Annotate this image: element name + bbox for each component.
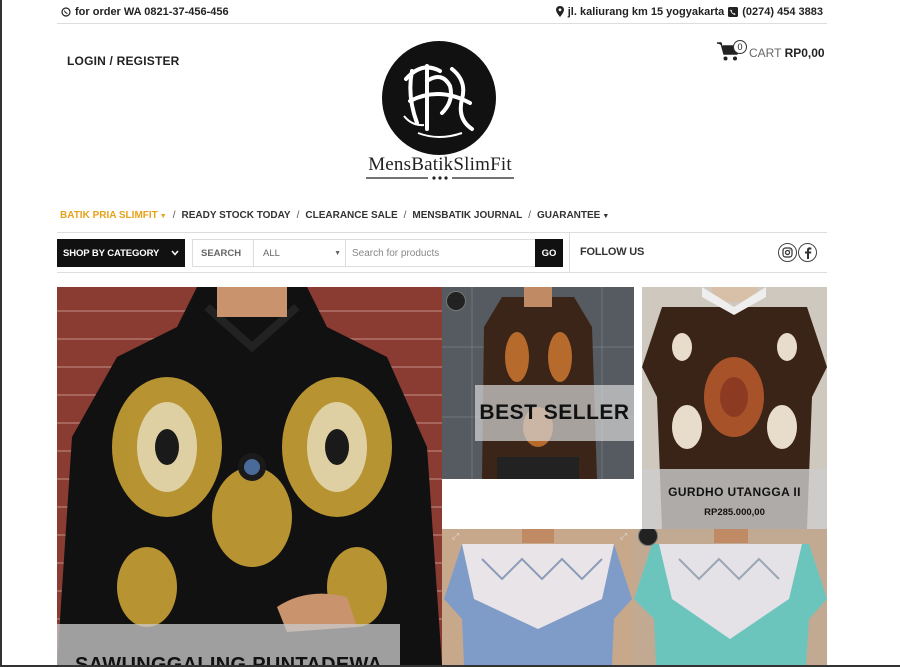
product-tile-blue-shirt[interactable]: ⤢ ⤢ bbox=[442, 529, 634, 665]
expand-icon[interactable]: ⤢ bbox=[620, 531, 627, 542]
search-go-button[interactable]: GO bbox=[535, 239, 563, 267]
search-label: SEARCH bbox=[193, 240, 254, 266]
nav-item-label: GUARANTEE bbox=[537, 209, 601, 221]
order-info: for order WA 0821-37-456-456 bbox=[61, 6, 229, 18]
main-nav: BATIK PRIA SLIMFIT ▼ / READY STOCK TODAY … bbox=[57, 207, 827, 223]
shop-by-category-label: SHOP BY CATEGORY bbox=[63, 247, 160, 259]
phone-text: (0274) 454 3883 bbox=[742, 5, 823, 18]
divider bbox=[569, 233, 570, 273]
product-tile-teal-shirt[interactable] bbox=[634, 529, 827, 665]
nav-item-label: BATIK PRIA SLIMFIT bbox=[60, 209, 158, 221]
whatsapp-icon bbox=[61, 6, 71, 17]
category-select-value: ALL bbox=[263, 247, 280, 259]
empty-tile bbox=[442, 479, 634, 529]
follow-us-label: FOLLOW US bbox=[580, 246, 645, 258]
chevron-down-icon: ▼ bbox=[159, 212, 167, 220]
hero-title: SAWUNGGALING PUNTADEWA bbox=[75, 654, 383, 665]
cart-label-text: CART bbox=[749, 46, 782, 60]
chevron-down-icon bbox=[171, 250, 179, 256]
product-info-box: GURDHO UTANGGA II RP285.000,00 bbox=[642, 469, 827, 529]
order-text: for order WA 0821-37-456-456 bbox=[75, 5, 229, 18]
product-price: RP285.000,00 bbox=[704, 507, 765, 518]
window-frame-left bbox=[0, 0, 2, 667]
nav-separator: / bbox=[528, 209, 532, 221]
top-bar: for order WA 0821-37-456-456 jl. kaliura… bbox=[57, 0, 827, 24]
nav-item-guarantee[interactable]: GUARANTEE ▼ bbox=[537, 210, 609, 221]
site-logo[interactable]: MensBatikSlimFit bbox=[360, 38, 520, 183]
contact-info: jl. kaliurang km 15 yogyakarta (0274) 45… bbox=[555, 5, 823, 18]
logo-text: MensBatikSlimFit bbox=[368, 154, 512, 175]
nav-separator: / bbox=[296, 209, 300, 221]
nav-item-ready-stock-today[interactable]: READY STOCK TODAY bbox=[182, 210, 291, 221]
nav-separator: / bbox=[172, 209, 176, 221]
cart-count-badge: 0 bbox=[733, 40, 747, 54]
search-box: SEARCH ALL ▼ bbox=[192, 239, 562, 267]
logo-ornament bbox=[366, 176, 514, 180]
cart-total: RP0,00 bbox=[784, 46, 825, 60]
chevron-down-icon: ▼ bbox=[602, 212, 610, 220]
best-seller-tile[interactable]: BEST SELLER bbox=[442, 287, 634, 479]
phone-icon bbox=[728, 6, 739, 17]
expand-icon[interactable]: ⤢ bbox=[452, 531, 459, 542]
brand-watermark-icon bbox=[446, 291, 466, 311]
search-bar-row: SHOP BY CATEGORY SEARCH ALL ▼ GO FOLLOW … bbox=[57, 232, 827, 273]
login-register-link[interactable]: LOGIN / REGISTER bbox=[67, 54, 180, 68]
shop-by-category-button[interactable]: SHOP BY CATEGORY bbox=[57, 239, 185, 267]
search-input[interactable] bbox=[346, 240, 561, 266]
logo-emblem bbox=[382, 41, 496, 155]
best-seller-overlay: BEST SELLER bbox=[475, 385, 634, 441]
nav-separator: / bbox=[403, 209, 407, 221]
cart-label: CART RP0,00 bbox=[749, 46, 825, 60]
best-seller-label: BEST SELLER bbox=[479, 401, 630, 424]
chevron-down-icon: ▼ bbox=[334, 249, 341, 257]
product-name: GURDHO UTANGGA II bbox=[668, 485, 801, 499]
product-tile-gurdho-utangga[interactable]: GURDHO UTANGGA II RP285.000,00 bbox=[642, 287, 827, 529]
hero-title-box: SAWUNGGALING PUNTADEWA bbox=[57, 624, 400, 665]
facebook-icon[interactable] bbox=[798, 243, 817, 262]
blue-shirt-photo bbox=[442, 529, 634, 665]
best-seller-shirt-photo bbox=[442, 287, 634, 479]
hero-banner-grid: BEST SELLER GURDHO UTANGGA II RP285.000,… bbox=[57, 287, 827, 665]
nav-item-clearance-sale[interactable]: CLEARANCE SALE bbox=[305, 210, 397, 221]
hero-tile[interactable] bbox=[57, 287, 442, 665]
address-text: jl. kaliurang km 15 yogyakarta bbox=[567, 5, 725, 18]
teal-shirt-photo bbox=[634, 529, 827, 665]
cart-button[interactable]: 0 CART RP0,00 bbox=[717, 40, 825, 62]
instagram-icon[interactable] bbox=[778, 243, 797, 262]
nav-item-batik-pria-slimfit[interactable]: BATIK PRIA SLIMFIT ▼ bbox=[60, 210, 167, 221]
location-pin-icon bbox=[555, 6, 564, 17]
nav-item-mensbatik-journal[interactable]: MENSBATIK JOURNAL bbox=[412, 210, 522, 221]
category-select[interactable]: ALL ▼ bbox=[254, 240, 346, 266]
hero-shirt-photo bbox=[57, 287, 442, 665]
